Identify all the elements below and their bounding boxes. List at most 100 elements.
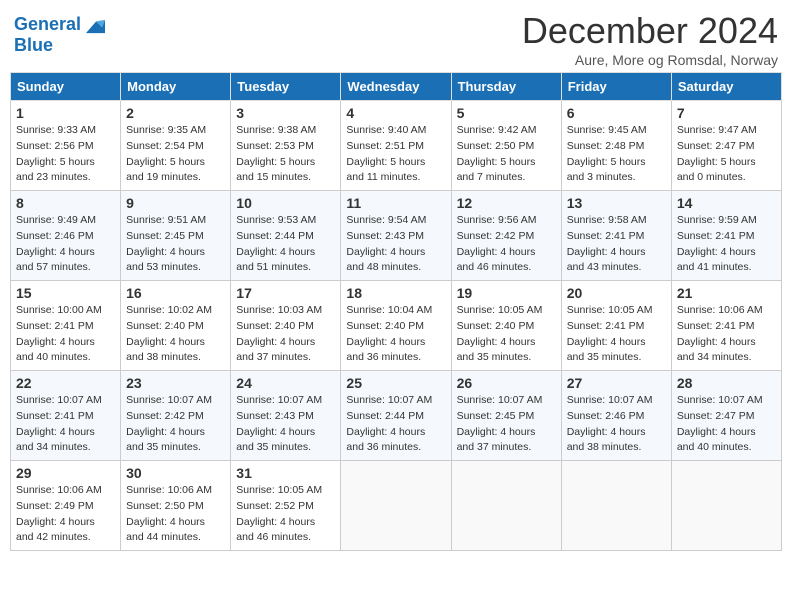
day-number: 8 bbox=[16, 195, 115, 211]
day-info: Sunrise: 10:00 AM Sunset: 2:41 PM Daylig… bbox=[16, 304, 102, 363]
logo-text-blue: Blue bbox=[14, 36, 105, 56]
calendar-cell: 17 Sunrise: 10:03 AM Sunset: 2:40 PM Day… bbox=[231, 281, 341, 371]
day-number: 30 bbox=[126, 465, 225, 481]
day-info: Sunrise: 9:33 AM Sunset: 2:56 PM Dayligh… bbox=[16, 124, 96, 183]
day-number: 4 bbox=[346, 105, 445, 121]
day-number: 26 bbox=[457, 375, 556, 391]
day-number: 24 bbox=[236, 375, 335, 391]
calendar-cell: 25 Sunrise: 10:07 AM Sunset: 2:44 PM Day… bbox=[341, 371, 451, 461]
day-number: 25 bbox=[346, 375, 445, 391]
day-info: Sunrise: 9:56 AM Sunset: 2:42 PM Dayligh… bbox=[457, 214, 537, 273]
title-block: December 2024 Aure, More og Romsdal, Nor… bbox=[522, 10, 778, 68]
day-info: Sunrise: 10:06 AM Sunset: 2:41 PM Daylig… bbox=[677, 304, 763, 363]
calendar-cell: 12 Sunrise: 9:56 AM Sunset: 2:42 PM Dayl… bbox=[451, 191, 561, 281]
day-info: Sunrise: 9:40 AM Sunset: 2:51 PM Dayligh… bbox=[346, 124, 426, 183]
day-number: 31 bbox=[236, 465, 335, 481]
day-number: 14 bbox=[677, 195, 776, 211]
calendar-cell: 2 Sunrise: 9:35 AM Sunset: 2:54 PM Dayli… bbox=[121, 101, 231, 191]
calendar-cell bbox=[451, 461, 561, 551]
calendar-cell: 16 Sunrise: 10:02 AM Sunset: 2:40 PM Day… bbox=[121, 281, 231, 371]
day-number: 17 bbox=[236, 285, 335, 301]
calendar-week-5: 29 Sunrise: 10:06 AM Sunset: 2:49 PM Day… bbox=[11, 461, 782, 551]
calendar-header-row: SundayMondayTuesdayWednesdayThursdayFrid… bbox=[11, 73, 782, 101]
day-info: Sunrise: 10:07 AM Sunset: 2:41 PM Daylig… bbox=[16, 394, 102, 453]
col-header-wednesday: Wednesday bbox=[341, 73, 451, 101]
day-number: 13 bbox=[567, 195, 666, 211]
day-info: Sunrise: 10:05 AM Sunset: 2:40 PM Daylig… bbox=[457, 304, 543, 363]
calendar-cell: 30 Sunrise: 10:06 AM Sunset: 2:50 PM Day… bbox=[121, 461, 231, 551]
day-info: Sunrise: 10:07 AM Sunset: 2:45 PM Daylig… bbox=[457, 394, 543, 453]
calendar-cell bbox=[561, 461, 671, 551]
calendar-cell: 22 Sunrise: 10:07 AM Sunset: 2:41 PM Day… bbox=[11, 371, 121, 461]
calendar-cell: 14 Sunrise: 9:59 AM Sunset: 2:41 PM Dayl… bbox=[671, 191, 781, 281]
calendar-cell: 29 Sunrise: 10:06 AM Sunset: 2:49 PM Day… bbox=[11, 461, 121, 551]
calendar-cell: 10 Sunrise: 9:53 AM Sunset: 2:44 PM Dayl… bbox=[231, 191, 341, 281]
day-info: Sunrise: 10:07 AM Sunset: 2:42 PM Daylig… bbox=[126, 394, 212, 453]
day-info: Sunrise: 10:07 AM Sunset: 2:46 PM Daylig… bbox=[567, 394, 653, 453]
day-number: 2 bbox=[126, 105, 225, 121]
calendar-cell: 15 Sunrise: 10:00 AM Sunset: 2:41 PM Day… bbox=[11, 281, 121, 371]
day-info: Sunrise: 9:59 AM Sunset: 2:41 PM Dayligh… bbox=[677, 214, 757, 273]
calendar-cell: 1 Sunrise: 9:33 AM Sunset: 2:56 PM Dayli… bbox=[11, 101, 121, 191]
page-header: General Blue December 2024 Aure, More og… bbox=[10, 10, 782, 68]
day-info: Sunrise: 10:03 AM Sunset: 2:40 PM Daylig… bbox=[236, 304, 322, 363]
day-number: 15 bbox=[16, 285, 115, 301]
calendar-cell: 21 Sunrise: 10:06 AM Sunset: 2:41 PM Day… bbox=[671, 281, 781, 371]
location-subtitle: Aure, More og Romsdal, Norway bbox=[522, 52, 778, 68]
calendar-cell: 31 Sunrise: 10:05 AM Sunset: 2:52 PM Day… bbox=[231, 461, 341, 551]
day-info: Sunrise: 9:45 AM Sunset: 2:48 PM Dayligh… bbox=[567, 124, 647, 183]
day-number: 11 bbox=[346, 195, 445, 211]
day-number: 7 bbox=[677, 105, 776, 121]
calendar-table: SundayMondayTuesdayWednesdayThursdayFrid… bbox=[10, 72, 782, 551]
day-number: 6 bbox=[567, 105, 666, 121]
day-number: 22 bbox=[16, 375, 115, 391]
calendar-week-4: 22 Sunrise: 10:07 AM Sunset: 2:41 PM Day… bbox=[11, 371, 782, 461]
day-number: 27 bbox=[567, 375, 666, 391]
day-info: Sunrise: 9:54 AM Sunset: 2:43 PM Dayligh… bbox=[346, 214, 426, 273]
day-info: Sunrise: 10:06 AM Sunset: 2:50 PM Daylig… bbox=[126, 484, 212, 543]
day-info: Sunrise: 10:02 AM Sunset: 2:40 PM Daylig… bbox=[126, 304, 212, 363]
day-info: Sunrise: 10:06 AM Sunset: 2:49 PM Daylig… bbox=[16, 484, 102, 543]
calendar-cell: 28 Sunrise: 10:07 AM Sunset: 2:47 PM Day… bbox=[671, 371, 781, 461]
day-number: 1 bbox=[16, 105, 115, 121]
day-number: 28 bbox=[677, 375, 776, 391]
day-info: Sunrise: 10:05 AM Sunset: 2:41 PM Daylig… bbox=[567, 304, 653, 363]
calendar-cell: 27 Sunrise: 10:07 AM Sunset: 2:46 PM Day… bbox=[561, 371, 671, 461]
day-info: Sunrise: 10:05 AM Sunset: 2:52 PM Daylig… bbox=[236, 484, 322, 543]
col-header-saturday: Saturday bbox=[671, 73, 781, 101]
day-number: 5 bbox=[457, 105, 556, 121]
calendar-cell: 9 Sunrise: 9:51 AM Sunset: 2:45 PM Dayli… bbox=[121, 191, 231, 281]
calendar-cell: 7 Sunrise: 9:47 AM Sunset: 2:47 PM Dayli… bbox=[671, 101, 781, 191]
calendar-cell: 5 Sunrise: 9:42 AM Sunset: 2:50 PM Dayli… bbox=[451, 101, 561, 191]
day-info: Sunrise: 10:07 AM Sunset: 2:43 PM Daylig… bbox=[236, 394, 322, 453]
day-number: 12 bbox=[457, 195, 556, 211]
day-info: Sunrise: 9:49 AM Sunset: 2:46 PM Dayligh… bbox=[16, 214, 96, 273]
day-info: Sunrise: 9:35 AM Sunset: 2:54 PM Dayligh… bbox=[126, 124, 206, 183]
day-info: Sunrise: 9:53 AM Sunset: 2:44 PM Dayligh… bbox=[236, 214, 316, 273]
calendar-cell: 8 Sunrise: 9:49 AM Sunset: 2:46 PM Dayli… bbox=[11, 191, 121, 281]
calendar-cell: 18 Sunrise: 10:04 AM Sunset: 2:40 PM Day… bbox=[341, 281, 451, 371]
calendar-cell: 11 Sunrise: 9:54 AM Sunset: 2:43 PM Dayl… bbox=[341, 191, 451, 281]
col-header-tuesday: Tuesday bbox=[231, 73, 341, 101]
calendar-week-2: 8 Sunrise: 9:49 AM Sunset: 2:46 PM Dayli… bbox=[11, 191, 782, 281]
calendar-cell bbox=[341, 461, 451, 551]
calendar-cell: 20 Sunrise: 10:05 AM Sunset: 2:41 PM Day… bbox=[561, 281, 671, 371]
calendar-cell: 24 Sunrise: 10:07 AM Sunset: 2:43 PM Day… bbox=[231, 371, 341, 461]
day-number: 9 bbox=[126, 195, 225, 211]
day-info: Sunrise: 9:47 AM Sunset: 2:47 PM Dayligh… bbox=[677, 124, 757, 183]
day-info: Sunrise: 10:07 AM Sunset: 2:44 PM Daylig… bbox=[346, 394, 432, 453]
calendar-cell bbox=[671, 461, 781, 551]
col-header-sunday: Sunday bbox=[11, 73, 121, 101]
day-number: 10 bbox=[236, 195, 335, 211]
calendar-cell: 4 Sunrise: 9:40 AM Sunset: 2:51 PM Dayli… bbox=[341, 101, 451, 191]
day-number: 3 bbox=[236, 105, 335, 121]
col-header-friday: Friday bbox=[561, 73, 671, 101]
day-number: 21 bbox=[677, 285, 776, 301]
day-number: 23 bbox=[126, 375, 225, 391]
month-title: December 2024 bbox=[522, 10, 778, 52]
day-number: 18 bbox=[346, 285, 445, 301]
day-info: Sunrise: 9:58 AM Sunset: 2:41 PM Dayligh… bbox=[567, 214, 647, 273]
day-info: Sunrise: 10:07 AM Sunset: 2:47 PM Daylig… bbox=[677, 394, 763, 453]
calendar-week-1: 1 Sunrise: 9:33 AM Sunset: 2:56 PM Dayli… bbox=[11, 101, 782, 191]
day-info: Sunrise: 9:51 AM Sunset: 2:45 PM Dayligh… bbox=[126, 214, 206, 273]
